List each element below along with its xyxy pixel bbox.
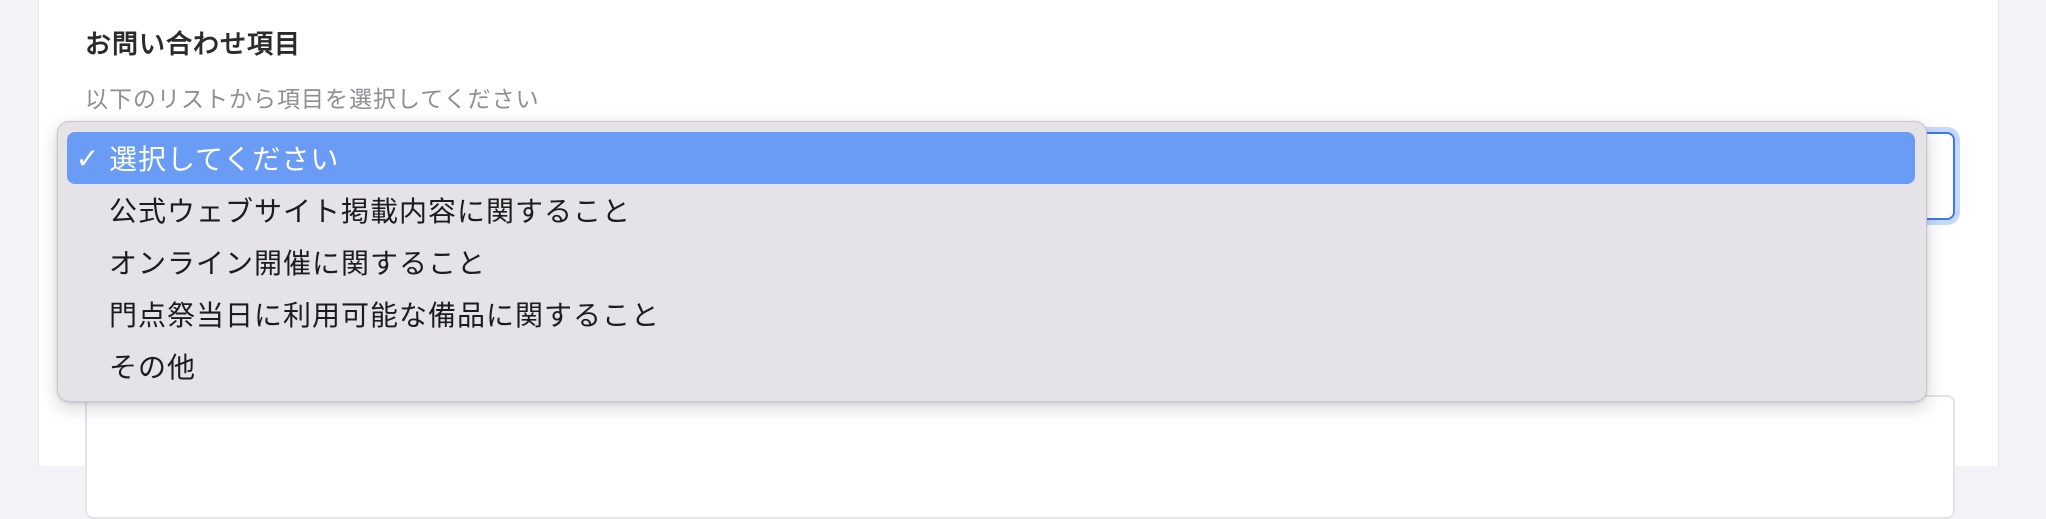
dropdown-menu: ✓ 選択してください 公式ウェブサイト掲載内容に関すること オンライン開催に関す… xyxy=(57,121,1927,402)
option-label: オンライン開催に関すること xyxy=(109,247,487,280)
dropdown-option-equipment[interactable]: 門点祭当日に利用可能な備品に関すること xyxy=(67,288,1915,340)
message-textarea[interactable] xyxy=(85,395,1955,519)
dropdown-option-website[interactable]: 公式ウェブサイト掲載内容に関すること xyxy=(67,184,1915,236)
option-label: 門点祭当日に利用可能な備品に関すること xyxy=(109,299,661,332)
dropdown-option-online[interactable]: オンライン開催に関すること xyxy=(67,236,1915,288)
dropdown-option-placeholder[interactable]: ✓ 選択してください xyxy=(67,132,1915,184)
option-label: 選択してください xyxy=(109,143,340,176)
option-label: その他 xyxy=(109,351,197,384)
field-label: お問い合わせ項目 xyxy=(85,30,302,60)
option-label: 公式ウェブサイト掲載内容に関すること xyxy=(109,195,632,228)
dropdown-option-other[interactable]: その他 xyxy=(67,340,1915,392)
field-help-text: 以下のリストから項目を選択してください xyxy=(85,87,540,113)
checkmark-icon: ✓ xyxy=(75,141,101,175)
